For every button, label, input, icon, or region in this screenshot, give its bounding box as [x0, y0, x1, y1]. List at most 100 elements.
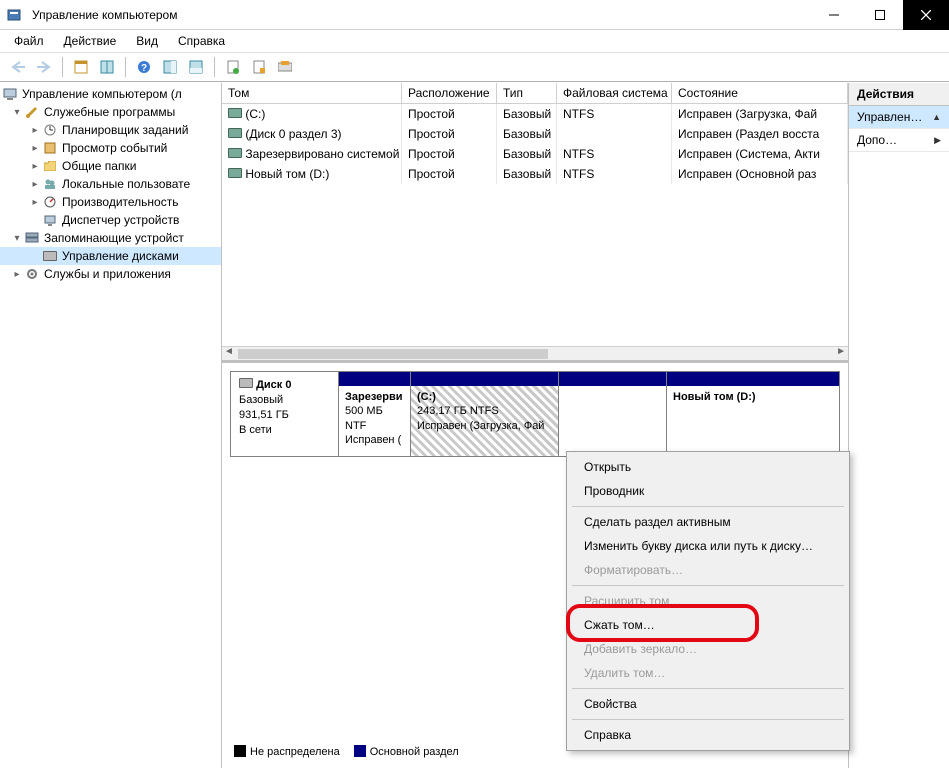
tree-diskmgmt[interactable]: Управление дисками [0, 247, 221, 265]
tree-pane: Управление компьютером (л ▾ Служебные пр… [0, 83, 222, 768]
volume-row[interactable]: (C:) Простой Базовый NTFS Исправен (Загр… [222, 104, 848, 124]
toolbar: ? [0, 52, 949, 82]
clock-icon [42, 122, 58, 138]
toolbar-btn-5[interactable] [158, 55, 182, 79]
tree-devicemgr-label: Диспетчер устройств [62, 213, 179, 227]
tree-sharedfolders-label: Общие папки [62, 159, 136, 173]
tree-root[interactable]: Управление компьютером (л [0, 85, 221, 103]
chevron-right-icon: ▶ [934, 135, 941, 146]
menu-action[interactable]: Действие [56, 32, 125, 50]
volume-row[interactable]: Зарезервировано системой Простой Базовый… [222, 144, 848, 164]
chevron-right-icon[interactable]: ▸ [10, 269, 24, 280]
tree-scheduler[interactable]: ▸ Планировщик заданий [0, 121, 221, 139]
col-layout[interactable]: Расположение [402, 83, 497, 103]
volume-row[interactable]: (Диск 0 раздел 3) Простой Базовый Исправ… [222, 124, 848, 144]
event-icon [42, 140, 58, 156]
collapse-icon: ▲ [932, 112, 941, 122]
ctx-mirror: Добавить зеркало… [570, 637, 846, 661]
drive-icon [228, 128, 242, 138]
tree-performance[interactable]: ▸ Производительность [0, 193, 221, 211]
chevron-right-icon[interactable]: ▸ [28, 197, 42, 208]
tree-eventviewer-label: Просмотр событий [62, 141, 167, 155]
toolbar-btn-6[interactable] [184, 55, 208, 79]
ctx-format: Форматировать… [570, 558, 846, 582]
tree-sharedfolders[interactable]: ▸ Общие папки [0, 157, 221, 175]
props-button[interactable] [69, 55, 93, 79]
toolbar-btn-8[interactable] [247, 55, 271, 79]
help-button[interactable]: ? [132, 55, 156, 79]
tree-localusers[interactable]: ▸ Локальные пользовате [0, 175, 221, 193]
nav-back-button[interactable] [6, 55, 30, 79]
ctx-explorer[interactable]: Проводник [570, 479, 846, 503]
partition-unknown[interactable] [559, 372, 667, 456]
computer-icon [2, 86, 18, 102]
tree-scheduler-label: Планировщик заданий [62, 123, 188, 137]
chevron-right-icon[interactable]: ▸ [28, 125, 42, 136]
h-scrollbar[interactable] [222, 346, 848, 360]
ctx-help[interactable]: Справка [570, 723, 846, 747]
ctx-make-active[interactable]: Сделать раздел активным [570, 510, 846, 534]
tree-eventviewer[interactable]: ▸ Просмотр событий [0, 139, 221, 157]
menu-help[interactable]: Справка [170, 32, 233, 50]
menubar: Файл Действие Вид Справка [0, 30, 949, 52]
menu-view[interactable]: Вид [128, 32, 166, 50]
close-button[interactable] [903, 0, 949, 30]
window-title: Управление компьютером [28, 8, 811, 22]
tree-root-label: Управление компьютером (л [22, 87, 182, 101]
actions-main[interactable]: Управлен…▲ [849, 106, 949, 129]
tree-services[interactable]: ▾ Служебные программы [0, 103, 221, 121]
chevron-right-icon[interactable]: ▸ [28, 143, 42, 154]
nav-fwd-button[interactable] [32, 55, 56, 79]
tools-icon [24, 104, 40, 120]
volume-list: Том Расположение Тип Файловая система Со… [222, 83, 848, 363]
diskmgmt-icon [42, 248, 58, 264]
toolbar-btn-7[interactable] [221, 55, 245, 79]
actions-more[interactable]: Допо…▶ [849, 129, 949, 152]
storage-icon [24, 230, 40, 246]
toolbar-btn-9[interactable] [273, 55, 297, 79]
tree-performance-label: Производительность [62, 195, 178, 209]
col-volume[interactable]: Том [222, 83, 402, 103]
chevron-right-icon[interactable]: ▸ [28, 161, 42, 172]
tree-apps[interactable]: ▸ Службы и приложения [0, 265, 221, 283]
minimize-button[interactable] [811, 0, 857, 30]
volume-list-header[interactable]: Том Расположение Тип Файловая система Со… [222, 83, 848, 104]
tree-localusers-label: Локальные пользовате [62, 177, 190, 191]
chevron-down-icon[interactable]: ▾ [10, 233, 24, 244]
drive-icon [228, 148, 242, 158]
ctx-change-letter[interactable]: Изменить букву диска или путь к диску… [570, 534, 846, 558]
ctx-open[interactable]: Открыть [570, 455, 846, 479]
legend: Не распределена Основной раздел [234, 745, 459, 758]
partition-c[interactable]: (C:) 243,17 ГБ NTFS Исправен (Загрузка, … [411, 372, 559, 456]
apps-icon [24, 266, 40, 282]
perf-icon [42, 194, 58, 210]
col-status[interactable]: Состояние [672, 83, 848, 103]
ctx-delete: Удалить том… [570, 661, 846, 685]
disk-row: Диск 0 Базовый 931,51 ГБ В сети Зарезерв… [230, 371, 840, 457]
ctx-shrink[interactable]: Сжать том… [570, 613, 846, 637]
chevron-right-icon[interactable]: ▸ [28, 179, 42, 190]
disk-info[interactable]: Диск 0 Базовый 931,51 ГБ В сети [231, 372, 339, 456]
drive-icon [228, 168, 242, 178]
tree-storage[interactable]: ▾ Запоминающие устройст [0, 229, 221, 247]
titlebar: Управление компьютером [0, 0, 949, 30]
partition-d[interactable]: Новый том (D:) [667, 372, 839, 456]
svg-text:?: ? [141, 63, 147, 74]
partition-reserved[interactable]: Зарезерви 500 МБ NTF Исправен ( [339, 372, 411, 456]
app-icon [0, 7, 28, 23]
actions-header: Действия [849, 83, 949, 106]
col-type[interactable]: Тип [497, 83, 557, 103]
volume-row[interactable]: Новый том (D:) Простой Базовый NTFS Испр… [222, 164, 848, 184]
chevron-down-icon[interactable]: ▾ [10, 107, 24, 118]
tree-devicemgr[interactable]: Диспетчер устройств [0, 211, 221, 229]
ctx-properties[interactable]: Свойства [570, 692, 846, 716]
folder-icon [42, 158, 58, 174]
menu-file[interactable]: Файл [6, 32, 52, 50]
context-menu: Открыть Проводник Сделать раздел активны… [566, 451, 850, 751]
users-icon [42, 176, 58, 192]
tree-apps-label: Службы и приложения [44, 267, 171, 281]
ctx-extend: Расширить том… [570, 589, 846, 613]
col-fs[interactable]: Файловая система [557, 83, 672, 103]
maximize-button[interactable] [857, 0, 903, 30]
view-button[interactable] [95, 55, 119, 79]
